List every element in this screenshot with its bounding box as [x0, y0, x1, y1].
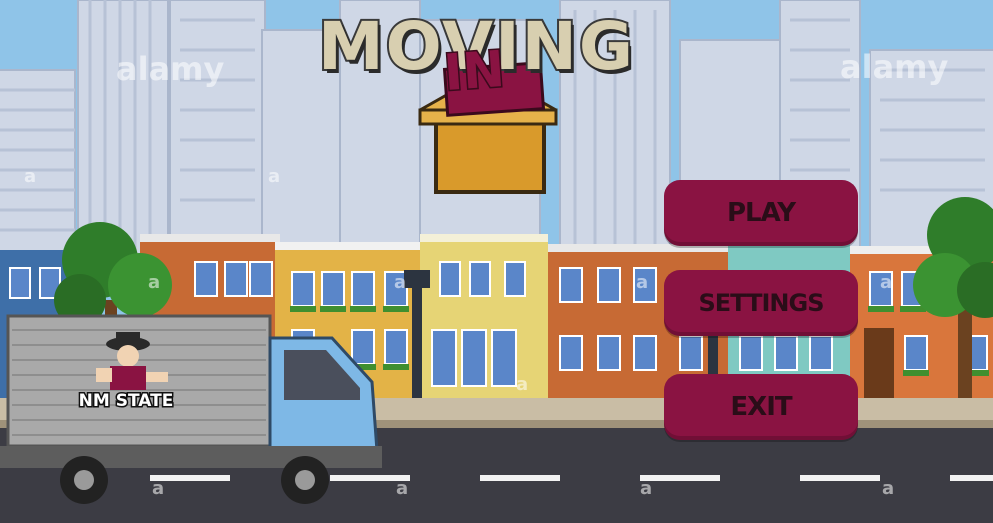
play-button[interactable]: PLAY: [664, 180, 858, 246]
svg-text:a: a: [24, 166, 36, 187]
game-title-in: IN: [441, 38, 508, 103]
svg-text:a: a: [268, 166, 280, 187]
house-door: [864, 328, 894, 398]
svg-text:alamy: alamy: [116, 50, 225, 88]
svg-text:a: a: [882, 478, 894, 499]
svg-text:a: a: [396, 478, 408, 499]
svg-text:a: a: [152, 478, 164, 499]
svg-text:a: a: [636, 272, 648, 293]
svg-text:a: a: [516, 374, 528, 395]
svg-text:a: a: [880, 272, 892, 293]
truck-logo-text: NM STATE: [79, 391, 174, 411]
svg-text:a: a: [394, 272, 406, 293]
exit-button[interactable]: EXIT: [664, 374, 858, 440]
svg-text:a: a: [640, 478, 652, 499]
game-scene: alamy alamy a a a a a a a a a a a NM STA…: [0, 0, 993, 523]
settings-button[interactable]: SETTINGS: [664, 270, 858, 336]
svg-text:a: a: [148, 272, 160, 293]
svg-text:alamy: alamy: [840, 48, 949, 86]
